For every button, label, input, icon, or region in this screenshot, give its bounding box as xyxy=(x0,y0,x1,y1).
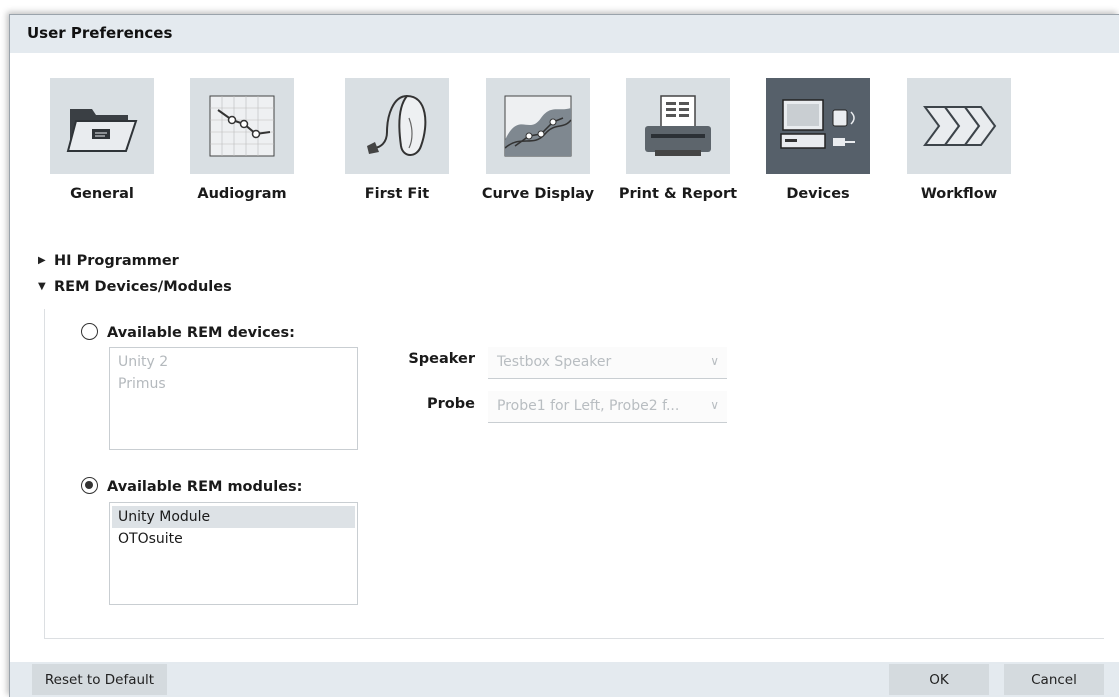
dialog-footer: Reset to Default OK Cancel xyxy=(10,662,1119,697)
category-label: General xyxy=(70,186,134,202)
radio-button[interactable] xyxy=(81,477,98,494)
audiogram-chart-icon xyxy=(190,78,294,174)
workflow-arrows-icon xyxy=(907,78,1011,174)
dialog-title: User Preferences xyxy=(10,15,1119,53)
printer-icon xyxy=(626,78,730,174)
category-workflow[interactable]: Workflow xyxy=(907,78,1047,218)
curve-chart-icon xyxy=(486,78,590,174)
rem-modules-list[interactable]: Unity Module OTOsuite xyxy=(109,502,358,605)
category-label: Curve Display xyxy=(481,186,595,202)
category-devices[interactable]: Devices xyxy=(766,78,906,218)
category-label: Audiogram xyxy=(197,186,287,202)
speaker-label: Speaker xyxy=(408,351,475,367)
category-label: Devices xyxy=(786,186,850,202)
hearing-aid-icon xyxy=(345,78,449,174)
tree-item-rem-devices[interactable]: ▼ REM Devices/Modules xyxy=(38,279,232,299)
user-preferences-dialog: User Preferences General Audiogram First… xyxy=(9,14,1119,697)
tree-item-hi-programmer[interactable]: ▶ HI Programmer xyxy=(38,253,179,273)
ok-button[interactable]: OK xyxy=(889,664,989,695)
speaker-value: Testbox Speaker xyxy=(497,354,612,370)
tree-item-label: HI Programmer xyxy=(54,253,179,269)
list-item[interactable]: Unity 2 xyxy=(112,351,355,373)
category-audiogram[interactable]: Audiogram xyxy=(190,78,330,218)
category-label: Workflow xyxy=(920,186,998,202)
folder-icon xyxy=(50,78,154,174)
expand-arrow-icon[interactable]: ▶ xyxy=(38,255,54,266)
category-label: Print & Report xyxy=(618,186,738,202)
category-print-report[interactable]: Print & Report xyxy=(619,78,766,218)
list-item[interactable]: OTOsuite xyxy=(112,528,355,550)
reset-to-default-button[interactable]: Reset to Default xyxy=(32,664,167,695)
speaker-dropdown[interactable]: Testbox Speaker ∨ xyxy=(488,347,727,379)
category-first-fit[interactable]: First Fit xyxy=(345,78,485,218)
probe-label: Probe xyxy=(427,396,475,412)
chevron-down-icon: ∨ xyxy=(710,354,719,368)
rem-devices-radio[interactable]: Available REM devices: xyxy=(81,323,295,343)
probe-value: Probe1 for Left, Probe2 f... xyxy=(497,398,680,414)
list-item[interactable]: Unity Module xyxy=(112,506,355,528)
category-general[interactable]: General xyxy=(50,78,190,218)
list-item[interactable]: Primus xyxy=(112,373,355,395)
category-curve-display[interactable]: Curve Display xyxy=(482,78,626,218)
rem-devices-label: Available REM devices: xyxy=(107,325,295,341)
category-label: First Fit xyxy=(364,186,430,202)
chevron-down-icon: ∨ xyxy=(710,398,719,412)
computer-device-icon xyxy=(766,78,870,174)
tree-item-label: REM Devices/Modules xyxy=(54,279,232,295)
rem-modules-radio[interactable]: Available REM modules: xyxy=(81,477,302,497)
probe-dropdown[interactable]: Probe1 for Left, Probe2 f... ∨ xyxy=(488,391,727,423)
cancel-button[interactable]: Cancel xyxy=(1004,664,1104,695)
rem-panel: Available REM devices: Unity 2 Primus Sp… xyxy=(44,309,1104,639)
rem-modules-label: Available REM modules: xyxy=(107,479,303,495)
rem-devices-list[interactable]: Unity 2 Primus xyxy=(109,347,358,450)
collapse-arrow-icon[interactable]: ▼ xyxy=(38,281,54,292)
radio-button[interactable] xyxy=(81,323,98,340)
